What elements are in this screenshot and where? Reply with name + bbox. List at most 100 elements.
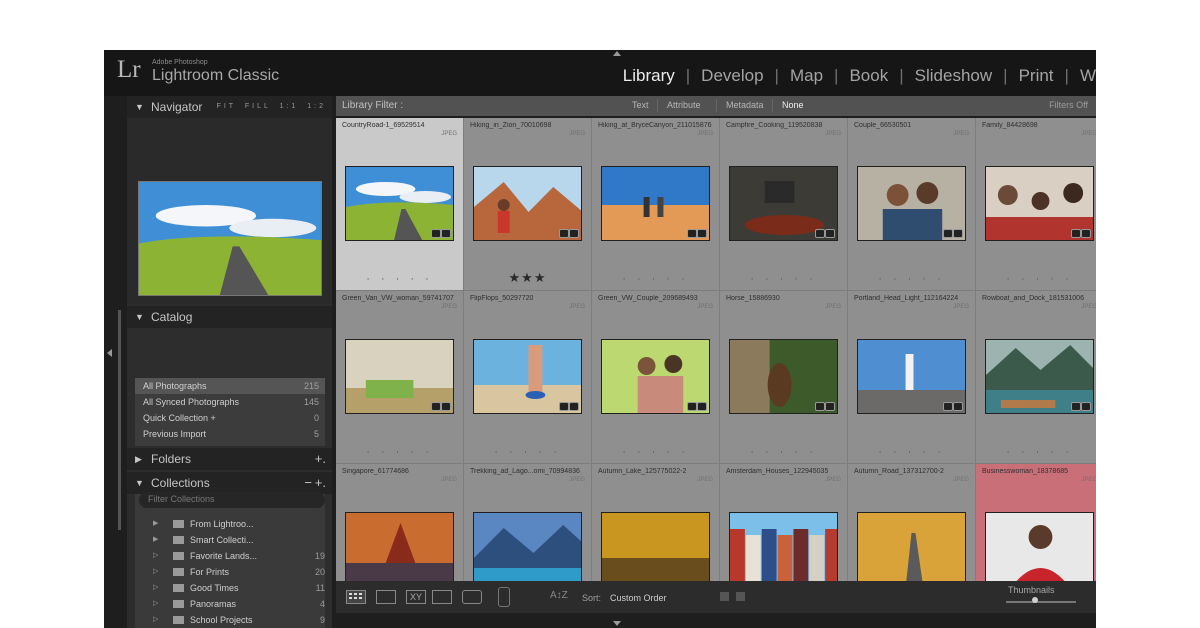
collection-badge-icon[interactable] <box>815 402 825 411</box>
survey-view-icon[interactable] <box>432 590 452 604</box>
star-rating[interactable]: · · · · · <box>976 446 1096 458</box>
collection-item[interactable]: ▷ Panoramas 4 <box>153 596 325 612</box>
collapse-left-panel-icon[interactable] <box>107 349 112 357</box>
metadata-badge-icon[interactable] <box>697 229 707 238</box>
photo-cell[interactable]: Family_84428698 JPEG · · · · · <box>976 118 1096 290</box>
add-collection-icon[interactable]: +. <box>315 472 326 494</box>
photo-cell[interactable]: Autumn_Lake_125775022-2 JPEG <box>592 464 719 581</box>
photo-thumbnail[interactable] <box>857 166 966 241</box>
navigator-preview-image[interactable] <box>138 181 322 296</box>
filter-tab-attribute[interactable]: Attribute <box>667 100 701 110</box>
star-rating[interactable]: · · · · · <box>336 446 463 458</box>
painter-icon[interactable] <box>498 587 510 607</box>
metadata-badge-icon[interactable] <box>825 402 835 411</box>
loupe-view-icon[interactable] <box>376 590 396 604</box>
star-rating[interactable]: · · · · · <box>848 273 975 285</box>
navigator-header[interactable]: ▼ Navigator FIT FILL 1:1 1:2 <box>127 96 332 118</box>
metadata-badge-icon[interactable] <box>1081 229 1091 238</box>
photo-thumbnail[interactable] <box>601 339 710 414</box>
module-web[interactable]: W <box>1069 66 1096 86</box>
collection-item[interactable]: ▷ School Projects 9 <box>153 612 325 628</box>
collection-badge-icon[interactable] <box>1071 402 1081 411</box>
catalog-item[interactable]: All Photographs 215 <box>135 378 325 394</box>
metadata-badge-icon[interactable] <box>697 402 707 411</box>
metadata-badge-icon[interactable] <box>953 229 963 238</box>
thumbnail-size-knob[interactable] <box>1031 597 1038 603</box>
thumbnail-size-slider[interactable] <box>1006 601 1076 603</box>
collections-search-input[interactable]: Filter Collections <box>139 492 325 508</box>
photo-thumbnail[interactable] <box>345 512 454 581</box>
star-rating[interactable]: · · · · · <box>848 446 975 458</box>
module-map[interactable]: Map <box>779 66 834 86</box>
photo-cell[interactable]: Singapore_61774686 JPEG <box>336 464 463 581</box>
collapse-top-panel-icon[interactable] <box>613 51 621 56</box>
photo-thumbnail[interactable] <box>345 339 454 414</box>
photo-thumbnail[interactable] <box>729 512 838 581</box>
filter-tab-metadata[interactable]: Metadata <box>726 100 764 110</box>
photo-thumbnail[interactable] <box>473 512 582 581</box>
filters-off-toggle[interactable]: Filters Off <box>1049 100 1088 110</box>
photo-thumbnail[interactable] <box>473 339 582 414</box>
module-slideshow[interactable]: Slideshow <box>904 66 1004 86</box>
sort-direction-icon[interactable]: A↕Z <box>550 590 568 601</box>
photo-cell[interactable]: Portland_Head_Light_112164224 JPEG · · · ·… <box>848 291 975 463</box>
left-panel-scrollbar[interactable] <box>118 310 121 530</box>
catalog-item[interactable]: Previous Import 5 <box>135 426 325 442</box>
collection-badge-icon[interactable] <box>943 402 953 411</box>
flag-reject-icon[interactable] <box>736 592 745 601</box>
collection-item[interactable]: ▷ Good Times 11 <box>153 580 325 596</box>
collection-badge-icon[interactable] <box>687 229 697 238</box>
module-book[interactable]: Book <box>838 66 899 86</box>
collection-expand-icon[interactable]: ▷ <box>153 596 158 612</box>
photo-cell[interactable]: CountryRoad-1_69529514 JPEG · · · · · <box>336 118 463 290</box>
star-rating[interactable]: · · · · · <box>720 273 847 285</box>
photo-cell[interactable]: Couple_66530501 JPEG · · · · · <box>848 118 975 290</box>
photo-cell[interactable]: Hiking_in_Zion_70010698 JPEG ★★★ <box>464 118 591 290</box>
star-rating[interactable]: ★★★ <box>464 270 591 286</box>
star-rating[interactable]: · · · · · <box>464 446 591 458</box>
flag-pick-icon[interactable] <box>720 592 729 601</box>
module-print[interactable]: Print <box>1008 66 1065 86</box>
collection-badge-icon[interactable] <box>1071 229 1081 238</box>
collection-item[interactable]: ▷ Favorite Lands... 19 <box>153 548 325 564</box>
folders-header[interactable]: ▶ Folders +. <box>127 448 332 470</box>
collection-badge-icon[interactable] <box>431 402 441 411</box>
photo-cell[interactable]: Businesswoman_18378685 JPEG <box>976 464 1096 581</box>
filter-tab-text[interactable]: Text <box>632 100 649 110</box>
grid-view-icon[interactable] <box>346 590 366 604</box>
collection-badge-icon[interactable] <box>943 229 953 238</box>
collection-badge-icon[interactable] <box>559 402 569 411</box>
sort-order-select[interactable]: Custom Order <box>610 593 667 603</box>
metadata-badge-icon[interactable] <box>441 229 451 238</box>
module-develop[interactable]: Develop <box>690 66 774 86</box>
catalog-item[interactable]: Quick Collection + 0 <box>135 410 325 426</box>
collections-header[interactable]: ▼ Collections − +. <box>127 472 332 494</box>
photo-thumbnail[interactable] <box>985 339 1094 414</box>
collection-item[interactable]: ▶ Smart Collecti... <box>153 532 325 548</box>
photo-cell[interactable]: Amsterdam_Houses_122945035 JPEG <box>720 464 847 581</box>
collection-expand-icon[interactable]: ▷ <box>153 580 158 596</box>
star-rating[interactable]: · · · · · <box>976 273 1096 285</box>
metadata-badge-icon[interactable] <box>569 402 579 411</box>
catalog-item[interactable]: All Synced Photographs 145 <box>135 394 325 410</box>
collection-item[interactable]: ▷ For Prints 20 <box>153 564 325 580</box>
catalog-header[interactable]: ▼ Catalog <box>127 306 332 328</box>
people-view-icon[interactable] <box>462 590 482 604</box>
collection-badge-icon[interactable] <box>431 229 441 238</box>
filter-tab-none[interactable]: None <box>782 100 804 110</box>
add-folder-icon[interactable]: +. <box>315 448 326 470</box>
metadata-badge-icon[interactable] <box>825 229 835 238</box>
photo-thumbnail[interactable] <box>601 166 710 241</box>
collapse-filmstrip-icon[interactable] <box>613 621 621 626</box>
collection-badge-icon[interactable] <box>559 229 569 238</box>
collection-expand-icon[interactable]: ▷ <box>153 612 158 628</box>
photo-cell[interactable]: Trekking_ad_Lago...omi_70994836 JPEG <box>464 464 591 581</box>
collection-item[interactable]: ▶ From Lightroo... <box>153 516 325 532</box>
metadata-badge-icon[interactable] <box>569 229 579 238</box>
photo-thumbnail[interactable] <box>857 512 966 581</box>
photo-cell[interactable]: Autumn_Road_137312700-2 JPEG <box>848 464 975 581</box>
collection-expand-icon[interactable]: ▷ <box>153 548 158 564</box>
photo-cell[interactable]: Green_VW_Couple_209689493 JPEG · · · · · <box>592 291 719 463</box>
photo-cell[interactable]: Rowboat_and_Dock_181531006 JPEG · · · · · <box>976 291 1096 463</box>
photo-thumbnail[interactable] <box>857 339 966 414</box>
